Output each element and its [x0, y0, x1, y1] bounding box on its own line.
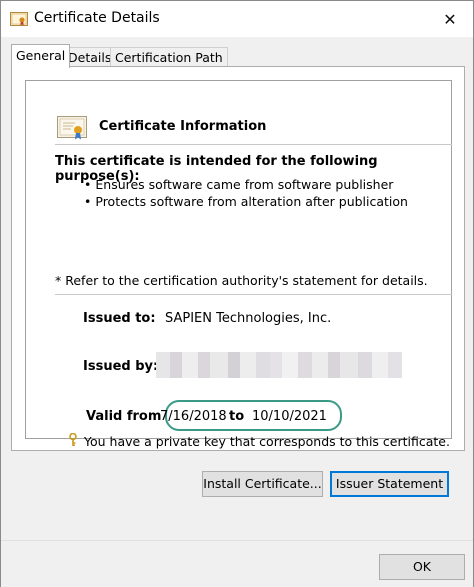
private-key-note: You have a private key that corresponds … [84, 434, 450, 449]
ok-button[interactable]: OK [379, 554, 465, 580]
ca-statement-note: * Refer to the certification authority's… [55, 273, 428, 288]
divider [55, 294, 452, 295]
certificate-info-heading: Certificate Information [99, 119, 267, 134]
title-bar: Certificate Details ✕ [1, 1, 473, 37]
purpose-item: Protects software from alteration after … [84, 193, 408, 210]
issued-by-value-redacted [156, 352, 406, 378]
valid-from-date: 7/16/2018 [160, 409, 227, 424]
issued-to-value: SAPIEN Technologies, Inc. [165, 311, 332, 326]
certificate-info-box: Certificate Information This certificate… [25, 80, 452, 449]
general-panel: Certificate Information This certificate… [11, 66, 465, 451]
tab-details[interactable]: Details [63, 47, 117, 67]
divider [55, 144, 452, 145]
issued-by-label: Issued by: [83, 359, 159, 374]
issued-to-label: Issued to: [83, 311, 156, 326]
window-title: Certificate Details [34, 10, 160, 26]
close-icon: ✕ [443, 9, 457, 29]
certificate-details-window: Certificate Details ✕ General Details Ce… [0, 0, 474, 587]
purpose-item: Ensures software came from software publ… [84, 176, 408, 193]
tab-certification-path[interactable]: Certification Path [110, 47, 228, 67]
purpose-list: Ensures software came from software publ… [84, 176, 408, 210]
issuer-statement-button[interactable]: Issuer Statement [330, 471, 449, 497]
valid-to-label: to [229, 409, 245, 424]
valid-from-label: Valid from [86, 409, 162, 424]
certificate-icon [10, 12, 28, 26]
tab-general[interactable]: General [11, 44, 71, 68]
certificate-icon [57, 116, 87, 140]
valid-to-date: 10/10/2021 [252, 409, 327, 424]
dialog-footer: OK [1, 540, 473, 587]
key-icon [68, 432, 78, 451]
close-button[interactable]: ✕ [427, 1, 473, 37]
install-certificate-button[interactable]: Install Certificate... [202, 471, 323, 497]
